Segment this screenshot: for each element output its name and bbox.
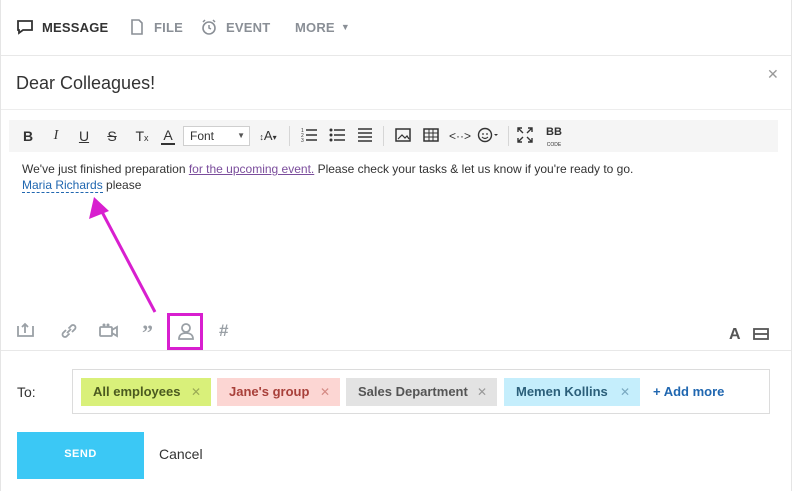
font-select-label: Font xyxy=(190,129,215,143)
body-text: please xyxy=(102,178,142,192)
recipient-chip[interactable]: Sales Department ✕ xyxy=(346,378,497,406)
composer-tabs: MESSAGE FILE EVENT MORE ▼ xyxy=(1,0,791,56)
bold-icon[interactable]: B xyxy=(21,127,35,145)
add-more-link[interactable]: + Add more xyxy=(653,378,724,406)
send-button[interactable]: SEND xyxy=(17,432,144,479)
recipients-field[interactable]: All employees ✕ Jane's group ✕ Sales Dep… xyxy=(72,369,770,414)
recipient-chip[interactable]: Memen Kollins ✕ xyxy=(504,378,640,406)
video-icon[interactable] xyxy=(99,321,119,341)
clear-format-icon[interactable]: Tx xyxy=(133,127,151,145)
toolbar-separator xyxy=(508,126,509,146)
message-icon xyxy=(16,18,34,36)
tab-message-label: MESSAGE xyxy=(42,19,109,35)
toolbar-separator xyxy=(289,126,290,146)
align-icon[interactable] xyxy=(357,127,373,145)
hashtag-icon[interactable]: # xyxy=(219,321,239,341)
smiley-icon[interactable] xyxy=(477,127,499,145)
italic-icon[interactable]: I xyxy=(49,127,63,145)
user-mention[interactable]: Maria Richards xyxy=(22,178,103,193)
panel-toggle-icon[interactable] xyxy=(753,326,773,346)
quote-icon[interactable]: ” xyxy=(142,321,162,345)
divider xyxy=(1,350,791,351)
recipient-chip[interactable]: Jane's group ✕ xyxy=(217,378,340,406)
editor-toolbar: B I U S Tx A Font ▼ ↕A▾ 123 <··> BB CODE xyxy=(9,120,778,152)
to-label: To: xyxy=(17,384,36,400)
event-link[interactable]: for the upcoming event. xyxy=(189,162,314,176)
strikethrough-icon[interactable]: S xyxy=(105,127,119,145)
subject-title[interactable]: Dear Colleagues! xyxy=(16,73,155,94)
tab-message[interactable]: MESSAGE xyxy=(16,16,108,38)
tab-more-label: MORE xyxy=(295,19,335,35)
cancel-button[interactable]: Cancel xyxy=(159,446,203,462)
divider xyxy=(1,109,791,110)
remove-icon[interactable]: ✕ xyxy=(620,378,630,406)
source-code-icon[interactable]: <··> xyxy=(449,127,471,145)
link-icon[interactable] xyxy=(59,321,79,341)
file-icon xyxy=(128,18,146,36)
font-select[interactable]: Font ▼ xyxy=(183,126,250,146)
numbered-list-icon[interactable]: 123 xyxy=(301,127,317,145)
svg-text:3: 3 xyxy=(301,138,304,143)
message-composer: MESSAGE FILE EVENT MORE ▼ Dear Colleague… xyxy=(0,0,792,491)
underline-icon[interactable]: U xyxy=(77,127,91,145)
tab-file[interactable]: FILE xyxy=(128,16,183,38)
close-icon[interactable]: ✕ xyxy=(767,66,779,83)
message-body[interactable]: We've just finished preparation for the … xyxy=(22,161,762,193)
recipient-chip[interactable]: All employees ✕ xyxy=(81,378,211,406)
recipient-chip-label: Memen Kollins xyxy=(516,384,608,399)
recipient-chip-label: All employees xyxy=(93,384,181,399)
text-format-icon[interactable]: A xyxy=(729,326,749,346)
body-text: Please check your tasks & let us know if… xyxy=(314,162,634,176)
table-icon[interactable] xyxy=(423,127,439,145)
upload-icon[interactable] xyxy=(16,321,36,341)
image-icon[interactable] xyxy=(395,127,411,145)
toolbar-separator xyxy=(383,126,384,146)
tab-more[interactable]: MORE ▼ xyxy=(295,16,350,38)
font-size-icon[interactable]: ↕A▾ xyxy=(256,127,280,145)
recipient-chip-label: Jane's group xyxy=(229,384,310,399)
tab-file-label: FILE xyxy=(154,19,183,35)
tab-event-label: EVENT xyxy=(226,19,271,35)
recipient-chip-label: Sales Department xyxy=(358,384,468,399)
tab-event[interactable]: EVENT xyxy=(200,16,270,38)
remove-icon[interactable]: ✕ xyxy=(477,378,487,406)
fullscreen-icon[interactable] xyxy=(517,127,533,145)
annotation-highlight xyxy=(167,313,203,350)
clock-icon xyxy=(200,18,218,36)
bbcode-icon[interactable]: BB CODE xyxy=(543,127,565,149)
body-text: We've just finished preparation xyxy=(22,162,189,176)
chevron-down-icon: ▼ xyxy=(340,22,350,32)
font-color-icon[interactable]: A xyxy=(161,127,175,145)
chevron-down-icon: ▼ xyxy=(237,131,245,140)
bullet-list-icon[interactable] xyxy=(329,127,345,145)
remove-icon[interactable]: ✕ xyxy=(191,378,201,406)
remove-icon[interactable]: ✕ xyxy=(320,378,330,406)
